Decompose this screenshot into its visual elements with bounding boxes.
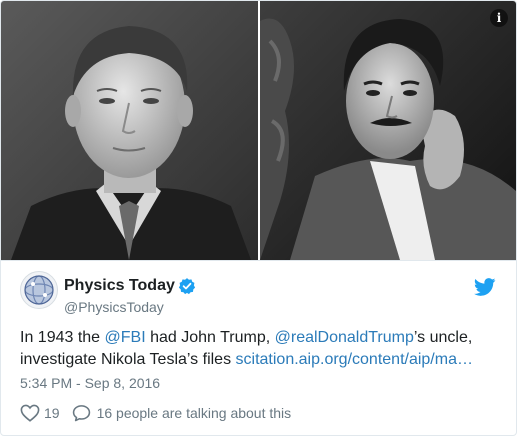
info-icon[interactable]: i <box>490 9 508 27</box>
like-count: 19 <box>44 405 60 421</box>
text-segment: ’s uncle, <box>413 329 473 346</box>
tweet-timestamp[interactable]: 5:34 PM - Sep 8, 2016 <box>20 375 160 391</box>
mention-fbi-link[interactable]: @FBI <box>105 329 146 346</box>
author-name[interactable]: Physics Today <box>64 277 175 295</box>
photo-nikola-tesla[interactable] <box>260 1 516 260</box>
like-button[interactable]: 19 <box>20 404 72 422</box>
talking-count-text: 16 people are talking about this <box>96 405 292 421</box>
text-segment: investigate Nikola Tesla’s files <box>20 351 236 368</box>
speech-bubble-icon <box>72 405 90 422</box>
mention-realdonaldtrump-link[interactable]: @realDonaldTrump <box>275 329 414 346</box>
tweet-text-line-1: In 1943 the @FBI had John Trump, @realDo… <box>20 327 510 349</box>
heart-outline-icon <box>20 404 40 422</box>
tweet-actions: 19 16 people are talking about this <box>20 403 291 423</box>
text-segment: In 1943 the <box>20 329 105 346</box>
text-segment: had John Trump, <box>145 329 275 346</box>
avatar[interactable] <box>20 271 58 309</box>
conversation-link[interactable]: 16 people are talking about this <box>72 404 292 422</box>
embedded-tweet-card[interactable]: i Physics Today @PhysicsToday In 1943 th… <box>0 0 517 436</box>
article-url-link[interactable]: scitation.aip.org/content/aip/ma… <box>236 351 473 368</box>
photo-john-trump[interactable] <box>1 1 258 260</box>
tweet-media[interactable]: i <box>1 1 516 261</box>
twitter-bird-icon[interactable] <box>474 278 496 296</box>
globe-icon <box>24 275 54 305</box>
tweet-text-line-2: investigate Nikola Tesla’s files scitati… <box>20 349 510 371</box>
tweet-text: In 1943 the @FBI had John Trump, @realDo… <box>20 327 510 371</box>
verified-badge-icon <box>178 278 196 295</box>
author-handle[interactable]: @PhysicsToday <box>64 299 164 315</box>
